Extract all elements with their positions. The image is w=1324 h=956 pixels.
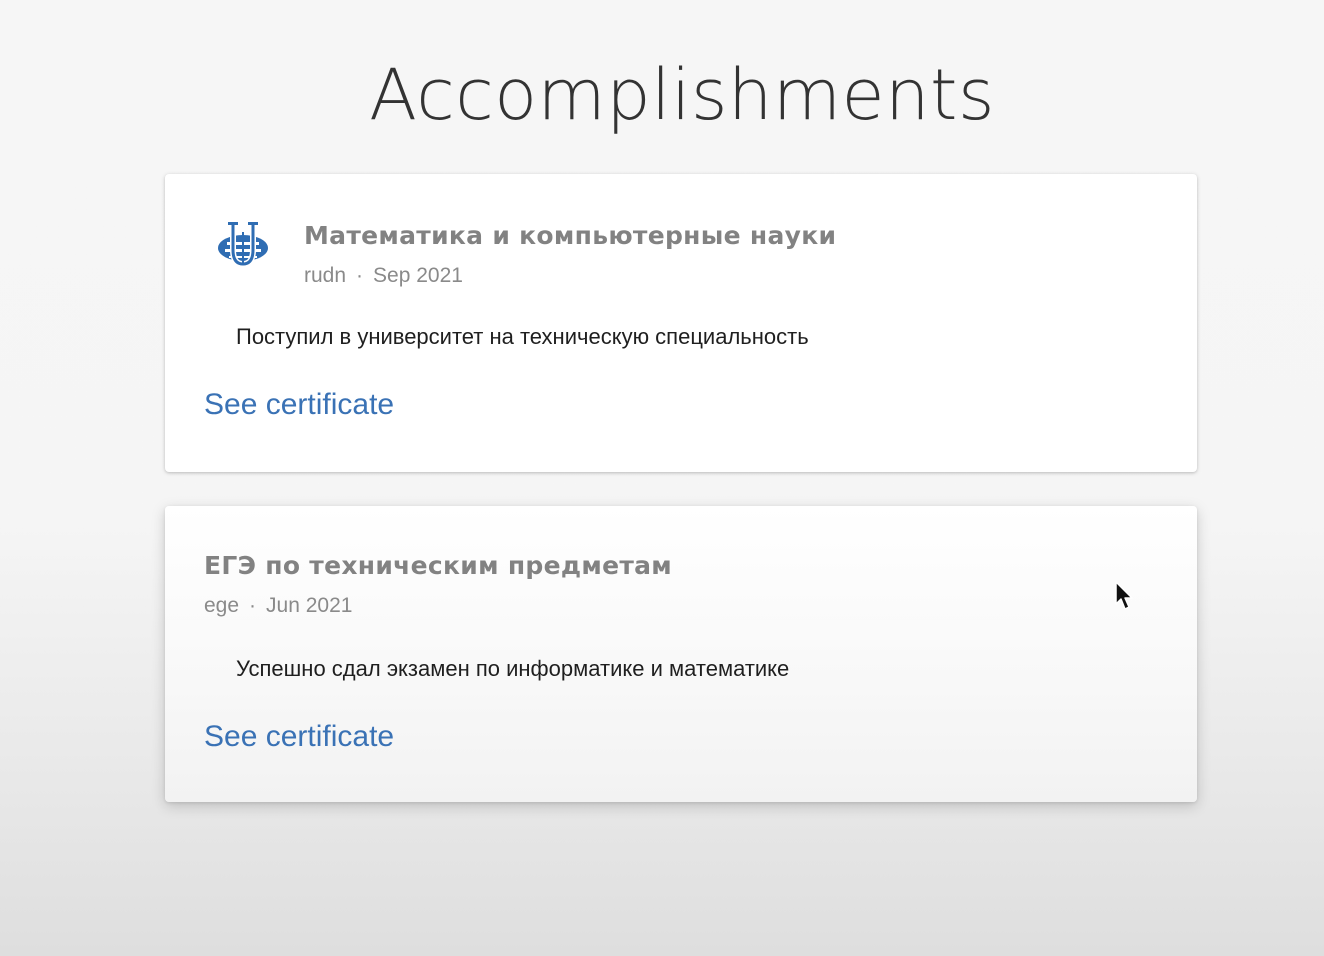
accomplishment-meta: rudn · Sep 2021 [304,264,463,288]
meta-separator: · [356,264,364,287]
issuer-label: rudn [304,264,347,287]
accomplishment-title: Математика и компьютерные науки [304,221,837,250]
accomplishment-card: ЕГЭ по техническим предметам ege · Jun 202… [165,506,1197,802]
accomplishment-description: Поступил в университет на техническую сп… [236,324,809,349]
accomplishment-meta: ege · Jun 2021 [204,594,352,618]
date-label: Jun 2021 [266,594,353,617]
see-certificate-link[interactable]: See certificate [204,720,394,754]
accomplishment-card: Математика и компьютерные науки rudn · Sep… [165,174,1197,472]
meta-separator: · [249,594,257,617]
mouse-pointer-icon [1115,581,1133,610]
accomplishment-title: ЕГЭ по техническим предметам [204,551,673,580]
date-label: Sep 2021 [373,264,463,287]
issuer-label: ege [204,594,240,617]
accomplishment-description: Успешно сдал экзамен по информатике и ма… [236,656,790,681]
university-globe-icon [218,222,268,268]
see-certificate-link[interactable]: See certificate [204,388,394,422]
page-title: Accomplishments [369,54,995,136]
